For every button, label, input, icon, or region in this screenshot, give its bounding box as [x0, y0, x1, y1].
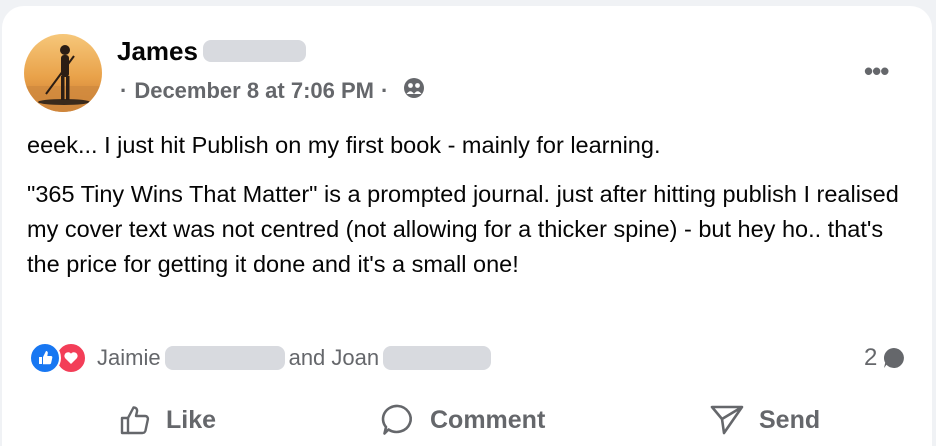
post-timestamp[interactable]: December 8 at 7:06 PM: [134, 78, 374, 104]
comment-bubble-icon: [884, 347, 905, 368]
redacted-name: [383, 346, 492, 370]
comment-icon: [381, 404, 412, 435]
author-first-name[interactable]: James: [117, 36, 198, 66]
separator-dot: ·: [381, 78, 389, 103]
like-reaction-icon: [29, 342, 61, 374]
friends-icon[interactable]: [403, 77, 425, 105]
comment-button[interactable]: Comment: [380, 396, 545, 444]
reaction-summary[interactable]: Jaimie and Joan: [29, 342, 495, 374]
action-bar: Like Comment Send: [2, 396, 932, 444]
send-button[interactable]: Send: [709, 396, 820, 444]
send-label: Send: [759, 405, 821, 434]
avatar[interactable]: [24, 34, 102, 112]
comment-count[interactable]: 2: [864, 344, 907, 372]
more-options-icon[interactable]: •••: [864, 56, 889, 87]
comment-label: Comment: [430, 405, 546, 434]
post-card: James · December 8 at 7:06 PM · ••• eeek…: [2, 6, 932, 446]
comment-count-value: 2: [864, 344, 878, 371]
post-meta: · December 8 at 7:06 PM ·: [120, 77, 425, 105]
redacted-last-name: [202, 40, 306, 62]
separator-dot: ·: [120, 78, 128, 103]
thumbs-up-icon: [120, 406, 150, 435]
reactor-name[interactable]: Jaimie: [97, 345, 161, 371]
like-button[interactable]: Like: [118, 396, 216, 444]
author-name[interactable]: James: [117, 36, 306, 66]
post-paragraph: eeek... I just hit Publish on my first b…: [27, 132, 661, 158]
post-paragraph: "365 Tiny Wins That Matter" is a prompte…: [27, 181, 899, 277]
reactor-name[interactable]: and Joan: [289, 345, 380, 371]
redacted-name: [164, 346, 285, 370]
send-icon: [710, 405, 744, 435]
like-label: Like: [166, 405, 217, 434]
post-body: eeek... I just hit Publish on my first b…: [27, 128, 907, 296]
reactor-names[interactable]: Jaimie and Joan: [97, 345, 495, 371]
